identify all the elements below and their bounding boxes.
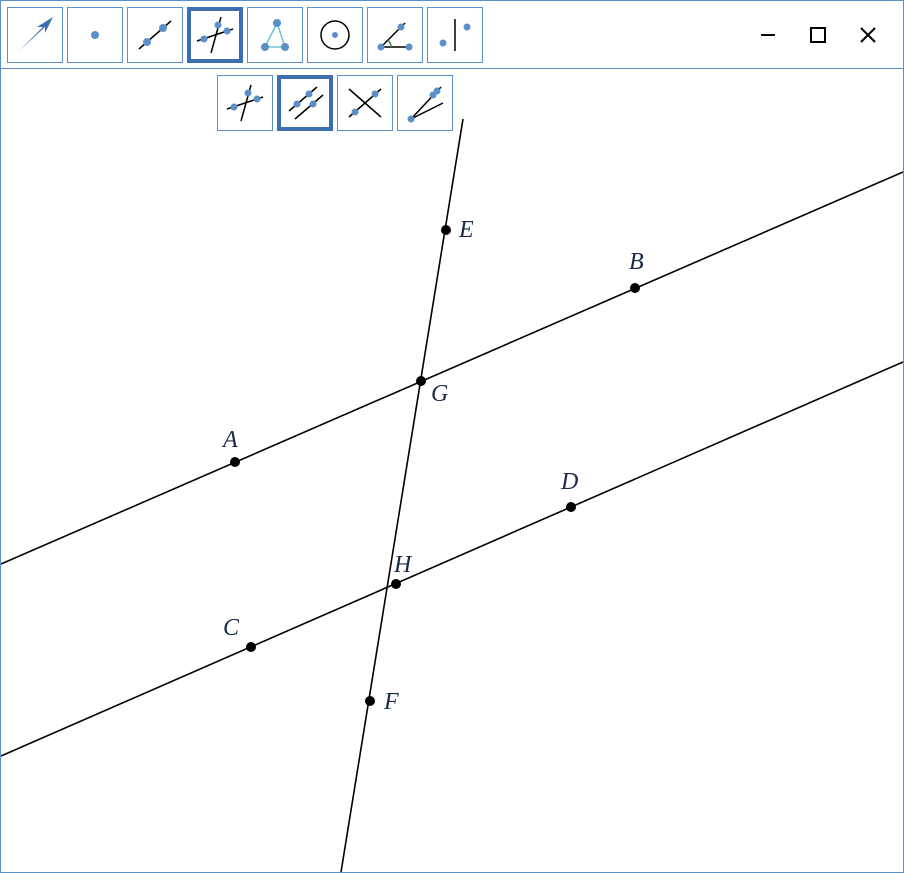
label-H: H [393,552,413,578]
label-E: E [458,217,474,243]
line-CD[interactable] [1,362,903,756]
tool-group [7,7,483,63]
point-G[interactable]: G [416,376,448,407]
perpendicular-tool[interactable] [187,7,243,63]
polygon-tool[interactable] [247,7,303,63]
point-tool[interactable] [67,7,123,63]
intersect-tool[interactable] [337,75,393,131]
minimize-button[interactable] [757,24,779,46]
maximize-button[interactable] [807,24,829,46]
label-D: D [560,469,578,495]
intersect-icon [343,81,387,125]
app-window: A B C D E F G [0,0,904,873]
point-H[interactable]: H [391,552,413,589]
minimize-icon [759,26,777,44]
reflect-tool[interactable] [427,7,483,63]
perpendicular-line-tool[interactable] [217,75,273,131]
parallel-line-tool[interactable] [277,75,333,131]
close-button[interactable] [857,24,879,46]
canvas-area[interactable]: A B C D E F G [1,69,903,872]
point-C[interactable]: C [223,615,256,652]
perpendicular-icon [193,13,237,57]
parallel-line-icon [283,81,327,125]
point-D[interactable]: D [560,469,578,512]
window-controls [757,24,897,46]
move-tool[interactable] [7,7,63,63]
reflect-icon [433,13,477,57]
circle-icon [313,13,357,57]
label-F: F [383,689,399,715]
label-B: B [629,249,644,275]
geometry-canvas: A B C D E F G [1,69,903,872]
label-A: A [221,427,238,453]
circle-tool[interactable] [307,7,363,63]
arrow-icon [13,13,57,57]
rays-icon [403,81,447,125]
label-C: C [223,615,240,641]
triangle-icon [253,13,297,57]
main-toolbar [1,1,903,69]
angle-tool[interactable] [367,7,423,63]
angle-icon [373,13,417,57]
ray-tool[interactable] [397,75,453,131]
point-icon [73,13,117,57]
sub-toolbar [217,75,453,131]
line-icon [133,13,177,57]
line-AB[interactable] [1,172,903,564]
maximize-icon [809,26,827,44]
point-A[interactable]: A [221,427,240,467]
close-icon [858,25,878,45]
line-tool[interactable] [127,7,183,63]
perpendicular-line-icon [223,81,267,125]
label-G: G [431,381,448,407]
